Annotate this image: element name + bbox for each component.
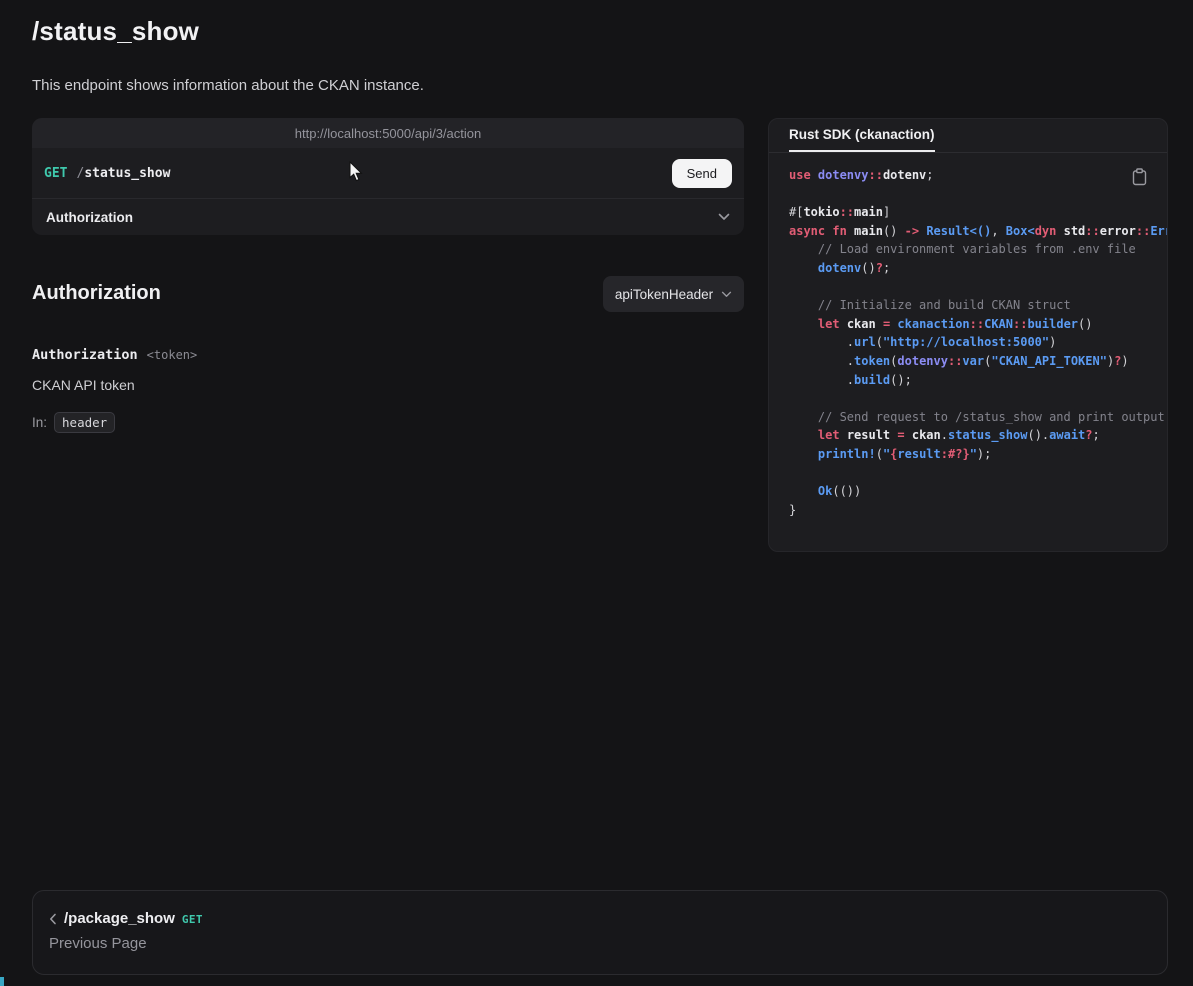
code-line: .build(); [789, 371, 1167, 390]
method-badge: GET [44, 166, 67, 181]
code-line: async fn main() -> Result<(), Box<dyn st… [789, 222, 1167, 241]
auth-in-row: In: header [32, 412, 115, 433]
chevron-down-icon [718, 213, 730, 221]
auth-param-row: Authorization <token> [32, 347, 197, 363]
request-card: http://localhost:5000/api/3/action GET /… [32, 118, 744, 235]
auth-scheme-select[interactable]: apiTokenHeader [603, 276, 744, 312]
previous-page-link[interactable]: /package_show GET Previous Page [32, 890, 1168, 975]
code-line: let result = ckan.status_show().await?; [789, 426, 1167, 445]
auth-param-type: <token> [147, 348, 198, 362]
code-line: let ckan = ckanaction::CKAN::builder() [789, 315, 1167, 334]
auth-param-description: CKAN API token [32, 377, 135, 393]
code-line [789, 278, 1167, 297]
code-line: // Initialize and build CKAN struct [789, 296, 1167, 315]
previous-page-method: GET [182, 911, 203, 926]
code-line: #[tokio::main] [789, 203, 1167, 222]
page-description: This endpoint shows information about th… [32, 77, 424, 94]
code-line: println!("{result:#?}"); [789, 445, 1167, 464]
copy-code-button[interactable] [1127, 165, 1151, 189]
code-line: } [789, 501, 1167, 520]
page-title: /status_show [32, 16, 199, 47]
chevron-down-icon [721, 291, 732, 298]
authorization-heading: Authorization [32, 282, 161, 305]
previous-page-path: /package_show [64, 910, 175, 927]
code-line: .url("http://localhost:5000") [789, 333, 1167, 352]
request-base-url: http://localhost:5000/api/3/action [32, 118, 744, 148]
code-line: Ok(()) [789, 482, 1167, 501]
code-example-panel: Rust SDK (ckanaction) use dotenvy::doten… [768, 118, 1168, 552]
code-block: use dotenvy::dotenv; #[tokio::main]async… [769, 153, 1167, 539]
previous-page-label: Previous Page [49, 935, 1151, 952]
chevron-left-icon [49, 913, 57, 925]
auth-row-label: Authorization [46, 210, 133, 225]
auth-scheme-value: apiTokenHeader [615, 287, 713, 302]
code-line: dotenv()?; [789, 259, 1167, 278]
code-line [789, 464, 1167, 483]
request-path: /status_show [76, 166, 170, 181]
previous-page-row: /package_show GET [49, 910, 1151, 927]
code-line [789, 389, 1167, 408]
request-row: GET /status_show Send [32, 148, 744, 198]
in-value-badge: header [54, 412, 115, 433]
code-line: use dotenvy::dotenv; [789, 166, 1167, 185]
path-name: status_show [84, 166, 170, 181]
code-line [789, 185, 1167, 204]
code-panel-header: Rust SDK (ckanaction) [769, 119, 1167, 153]
code-line: // Load environment variables from .env … [789, 240, 1167, 259]
page: /status_show This endpoint shows informa… [0, 0, 1193, 986]
corner-accent [0, 977, 4, 986]
tab-rust-sdk[interactable]: Rust SDK (ckanaction) [789, 119, 935, 152]
request-auth-toggle[interactable]: Authorization [32, 198, 744, 235]
in-label: In: [32, 415, 47, 430]
code-line: .token(dotenvy::var("CKAN_API_TOKEN")?) [789, 352, 1167, 371]
code-line: // Send request to /status_show and prin… [789, 408, 1167, 427]
clipboard-icon [1132, 168, 1147, 186]
send-button[interactable]: Send [672, 159, 732, 188]
auth-param-name: Authorization [32, 347, 138, 363]
